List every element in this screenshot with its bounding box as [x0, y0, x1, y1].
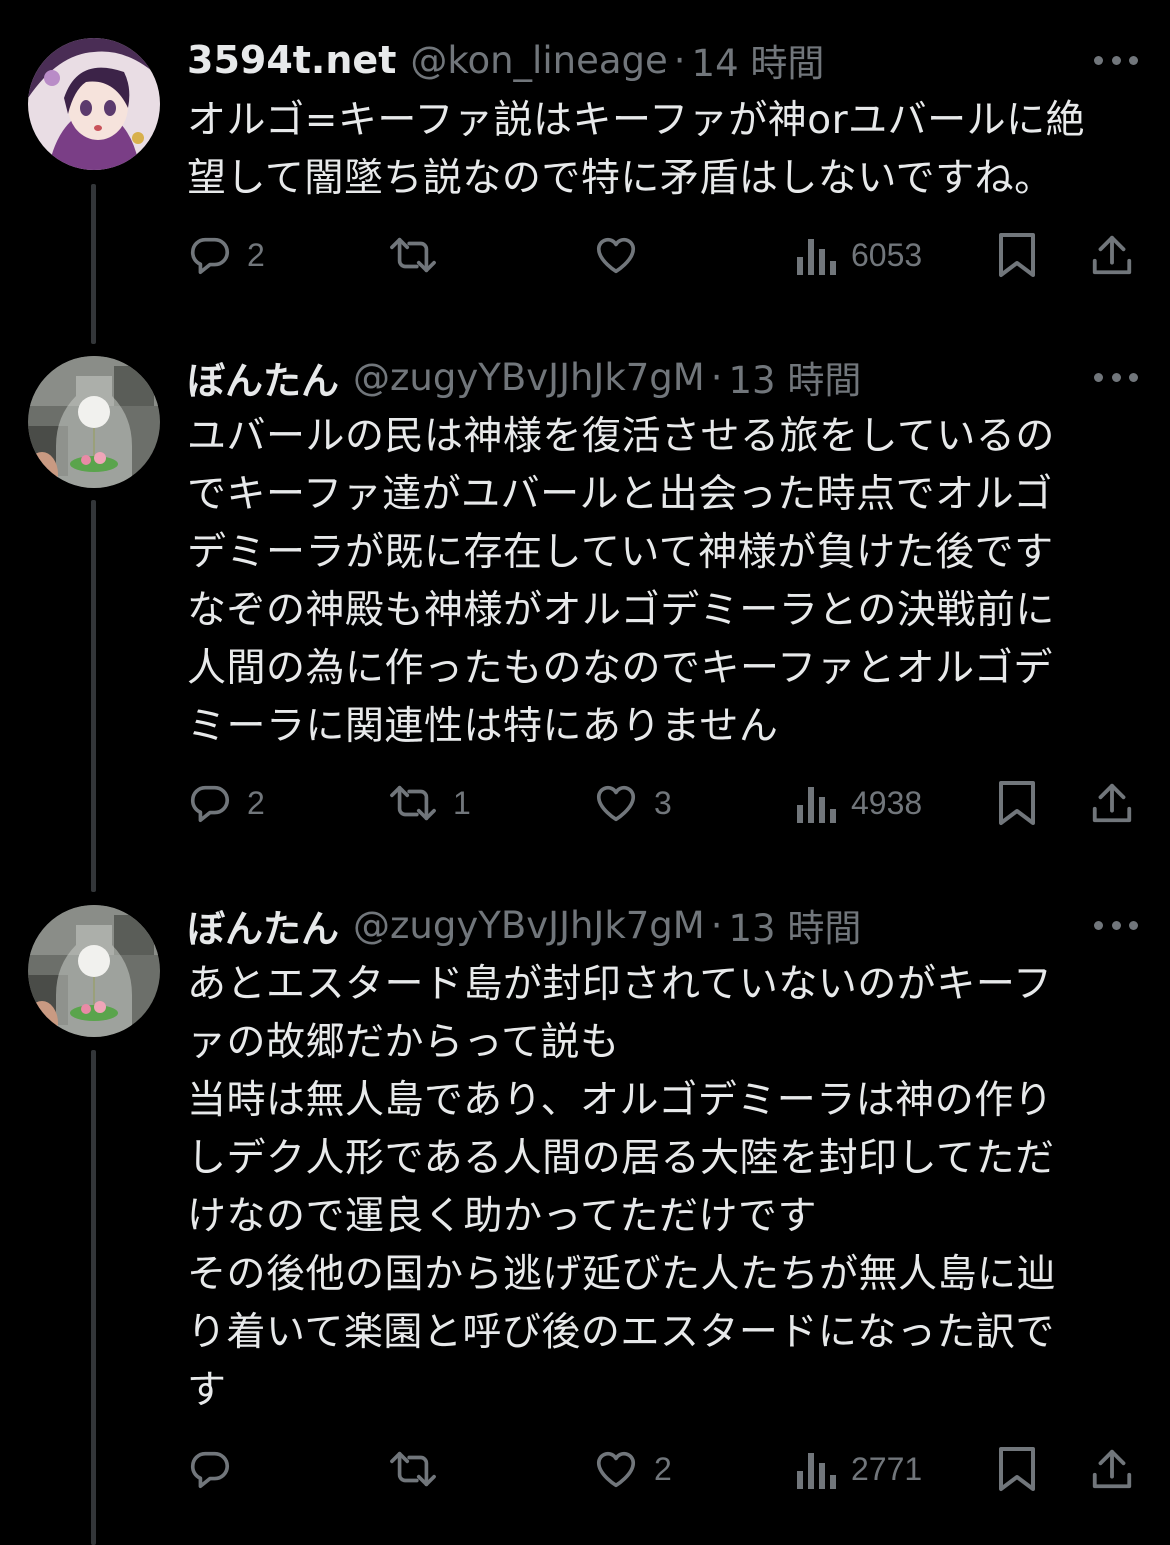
- thread-line: [91, 184, 96, 344]
- tweet-text-line: その後他の国から逃げ延びた人たちが無人島に辿: [187, 1252, 1057, 1297]
- like-count: 3: [654, 784, 672, 821]
- reply-icon: [190, 785, 230, 823]
- share-icon: [1092, 1449, 1132, 1489]
- tweet-text-line: 望して闇墜ち説なので特に矛盾はしないですね。: [187, 156, 1054, 201]
- retweet-icon: [390, 785, 436, 821]
- like-count: 2: [654, 1450, 672, 1487]
- tweet-text-line: しデク人形である人間の居る大陸を封印してただ: [187, 1136, 1055, 1181]
- tweet-text-line: 当時は無人島であり、オルゴデミーラは神の作り: [187, 1078, 1054, 1123]
- display-name[interactable]: ぼんたん: [187, 898, 339, 953]
- views-count: 2771: [851, 1450, 923, 1487]
- tweet-text-line: り着いて楽園と呼び後のエスタードになった訳で: [187, 1310, 1055, 1355]
- share-icon: [1092, 783, 1132, 823]
- like-button[interactable]: [592, 230, 654, 280]
- more-icon[interactable]: [1094, 54, 1138, 66]
- views-icon: [797, 1453, 836, 1489]
- avatar[interactable]: [28, 905, 160, 1037]
- reply-button[interactable]: [187, 1444, 247, 1494]
- action-bar: 2 1 3 4938: [187, 778, 1140, 828]
- bookmark-button[interactable]: [997, 230, 1037, 280]
- more-icon[interactable]: [1094, 371, 1138, 383]
- views-count: 6053: [851, 236, 923, 273]
- avatar[interactable]: [28, 38, 160, 170]
- retweet-button[interactable]: 1: [387, 778, 471, 828]
- tweet-text-line: デミーラが既に存在していて神様が負けた後です: [187, 530, 1054, 575]
- thread-line: [91, 1050, 96, 1545]
- reply-count: 2: [247, 784, 265, 821]
- action-bar: 2 6053: [187, 230, 1140, 280]
- heart-icon: [596, 237, 636, 274]
- reply-button[interactable]: 2: [187, 230, 265, 280]
- user-handle[interactable]: @kon_lineage: [410, 39, 667, 82]
- timestamp[interactable]: 13 時間: [728, 898, 861, 952]
- timestamp[interactable]: 13 時間: [728, 350, 861, 404]
- reply-button[interactable]: 2: [187, 778, 265, 828]
- share-button[interactable]: [1089, 1444, 1135, 1494]
- display-name[interactable]: 3594t.net: [187, 38, 396, 82]
- retweet-count: 1: [453, 784, 471, 821]
- user-handle[interactable]: @zugyYBvJJhJk7gM: [353, 904, 705, 947]
- share-button[interactable]: [1089, 778, 1135, 828]
- retweet-icon: [390, 237, 436, 273]
- tweet-header: ぼんたん @zugyYBvJJhJk7gM · 13 時間: [187, 350, 1150, 405]
- heart-icon: [596, 785, 636, 822]
- views-button[interactable]: 4938: [797, 778, 922, 828]
- bookmark-button[interactable]: [997, 778, 1037, 828]
- views-count: 4938: [851, 784, 923, 821]
- views-icon: [797, 239, 836, 275]
- tweet-text: オルゴ=キーファ説はキーファが神orユバールに絶 望して闇墜ち説なので特に矛盾は…: [187, 92, 1127, 208]
- more-icon[interactable]: [1094, 919, 1138, 931]
- reply-icon: [190, 237, 230, 275]
- views-button[interactable]: 6053: [797, 230, 922, 280]
- tweet-text-line: 人間の為に作ったものなのでキーファとオルゴデ: [187, 646, 1053, 691]
- tweet-text-line: ァの故郷だからって説も: [187, 1020, 620, 1065]
- views-button[interactable]: 2771: [797, 1444, 922, 1494]
- separator-dot: ·: [710, 903, 723, 947]
- tweet-text-line: ミーラに関連性は特にありません: [187, 704, 779, 749]
- tweet-text-line: なぞの神殿も神様がオルゴデミーラとの決戦前に: [187, 588, 1055, 633]
- heart-icon: [596, 1451, 636, 1488]
- share-button[interactable]: [1089, 230, 1135, 280]
- bookmark-icon: [999, 1447, 1035, 1491]
- tweet-text: ユバールの民は神様を復活させる旅をしているの でキーファ達がユバールと出会った時…: [187, 408, 1127, 756]
- thread-line: [91, 500, 96, 892]
- reply-count: 2: [247, 236, 265, 273]
- retweet-button[interactable]: [387, 1444, 453, 1494]
- share-icon: [1092, 235, 1132, 275]
- bookmark-icon: [999, 781, 1035, 825]
- avatar[interactable]: [28, 356, 160, 488]
- tweet-text-line: でキーファ達がユバールと出会った時点でオルゴ: [187, 472, 1053, 517]
- tweet-text-line: けなので運良く助かってただけです: [187, 1194, 818, 1239]
- retweet-button[interactable]: [387, 230, 453, 280]
- bookmark-button[interactable]: [997, 1444, 1037, 1494]
- timestamp[interactable]: 14 時間: [692, 33, 825, 87]
- reply-icon: [190, 1451, 230, 1489]
- tweet-text-line: ユバールの民は神様を復活させる旅をしているの: [187, 414, 1055, 459]
- tweet-text-line: あとエスタード島が封印されていないのがキーフ: [187, 962, 1053, 1007]
- like-button[interactable]: 3: [592, 778, 672, 828]
- display-name[interactable]: ぼんたん: [187, 350, 339, 405]
- action-bar: 2 2771: [187, 1444, 1140, 1494]
- retweet-icon: [390, 1451, 436, 1487]
- tweet-text-line: す: [187, 1368, 227, 1413]
- separator-dot: ·: [673, 38, 686, 82]
- separator-dot: ·: [710, 355, 723, 399]
- user-handle[interactable]: @zugyYBvJJhJk7gM: [353, 356, 705, 399]
- like-button[interactable]: 2: [592, 1444, 672, 1494]
- tweet-header: ぼんたん @zugyYBvJJhJk7gM · 13 時間: [187, 898, 1150, 953]
- tweet-header: 3594t.net @kon_lineage · 14 時間: [187, 35, 1150, 85]
- tweet-text-line: オルゴ=キーファ説はキーファが神orユバールに絶: [187, 98, 1086, 143]
- views-icon: [797, 787, 836, 823]
- bookmark-icon: [999, 233, 1035, 277]
- tweet-text: あとエスタード島が封印されていないのがキーフ ァの故郷だからって説も 当時は無人…: [187, 956, 1127, 1420]
